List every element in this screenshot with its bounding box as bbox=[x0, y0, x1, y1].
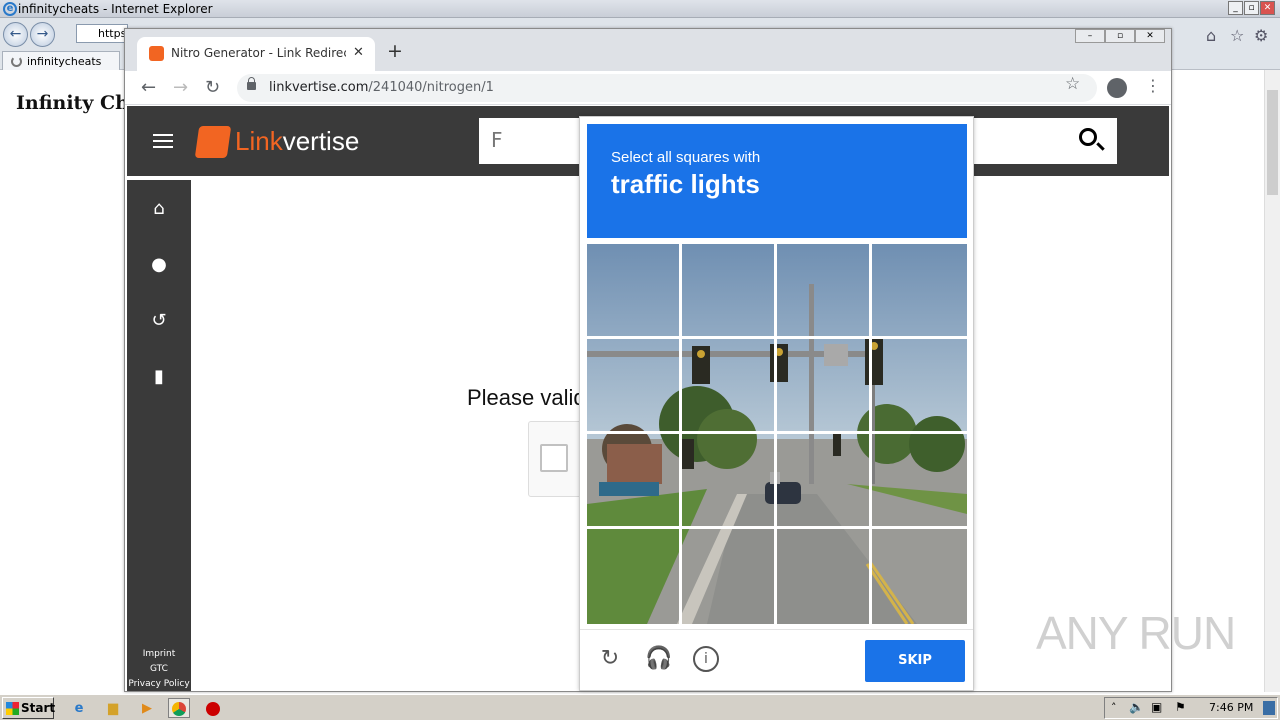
ie-logo-icon: e bbox=[3, 2, 17, 16]
ie-forward-button[interactable]: → bbox=[30, 22, 55, 47]
url-host: linkvertise.com bbox=[269, 80, 369, 95]
tray-expand-icon[interactable]: ˄ bbox=[1111, 701, 1117, 714]
ie-scrollbar-thumb[interactable] bbox=[1267, 90, 1278, 195]
grid-divider bbox=[587, 526, 967, 529]
captcha-instruction: Select all squares with bbox=[611, 149, 761, 166]
history-icon[interactable]: ↺ bbox=[149, 310, 169, 331]
footer-link-privacy[interactable]: Privacy Policy bbox=[127, 679, 191, 689]
start-button[interactable]: Start bbox=[2, 697, 56, 719]
lock-icon bbox=[247, 77, 256, 90]
ie-gear-icon[interactable]: ⚙ bbox=[1254, 26, 1268, 45]
network-icon[interactable]: ▣ bbox=[1151, 700, 1162, 714]
ie-tab-label: infinitycheats bbox=[27, 55, 102, 68]
bookmark-star-icon[interactable]: ☆ bbox=[1065, 74, 1080, 94]
chrome-restore-button[interactable]: ▫ bbox=[1105, 29, 1135, 43]
windows-logo-icon bbox=[6, 702, 19, 715]
grid-divider bbox=[869, 244, 872, 624]
ie-taskbar-icon[interactable]: e bbox=[68, 698, 90, 718]
explorer-folder-icon[interactable]: ▆ bbox=[102, 698, 124, 718]
ie-window-title: infinitycheats - Internet Explorer bbox=[18, 2, 213, 16]
footer-link-imprint[interactable]: Imprint bbox=[127, 649, 191, 659]
grid-divider bbox=[587, 431, 967, 434]
chrome-forward-icon[interactable]: → bbox=[173, 77, 188, 98]
ie-minimize-button[interactable]: _ bbox=[1228, 1, 1243, 15]
ie-home-icon[interactable]: ⌂ bbox=[1206, 26, 1216, 45]
captcha-checkbox[interactable] bbox=[540, 444, 568, 472]
audio-challenge-headphones-icon[interactable]: 🎧 bbox=[645, 646, 672, 672]
reload-challenge-icon[interactable]: ↻ bbox=[597, 646, 623, 672]
start-label: Start bbox=[21, 701, 56, 715]
windows-taskbar: Start e ▆ ▶ ˄ 🔈 ▣ ⚑ 7:46 PM bbox=[0, 694, 1280, 720]
info-icon[interactable]: i bbox=[693, 646, 719, 672]
home-icon[interactable]: ⌂ bbox=[149, 198, 169, 219]
linkvertise-logo-icon[interactable] bbox=[194, 126, 232, 158]
captcha-target: traffic lights bbox=[611, 169, 760, 199]
chrome-tab-title: Nitro Generator - Link Redirect | Linkve… bbox=[171, 46, 346, 60]
chrome-tab-bar: Nitro Generator - Link Redirect | Linkve… bbox=[125, 29, 1171, 71]
captcha-challenge: Select all squares with traffic lights ↻… bbox=[579, 116, 974, 691]
chrome-back-icon[interactable]: ← bbox=[141, 77, 156, 98]
red-stop-app-icon[interactable] bbox=[202, 698, 224, 718]
logo-link-text: Link bbox=[235, 126, 283, 156]
skip-button[interactable]: SKIP bbox=[865, 640, 965, 682]
chrome-toolbar: ← → ↻ linkvertise.com/241040/nitrogen/1 … bbox=[125, 71, 1171, 105]
ie-maximize-button[interactable]: ▫ bbox=[1244, 1, 1259, 15]
ie-close-button[interactable]: ✕ bbox=[1260, 1, 1275, 15]
linkvertise-favicon-icon bbox=[149, 46, 164, 61]
account-avatar-icon[interactable] bbox=[1107, 78, 1127, 98]
captcha-image-grid[interactable] bbox=[587, 244, 967, 624]
new-tab-button[interactable]: + bbox=[387, 40, 403, 62]
linkvertise-sidebar: ⌂ ● ↺ ▮ Imprint GTC Privacy Policy bbox=[127, 180, 191, 691]
volume-icon[interactable]: 🔈 bbox=[1129, 700, 1144, 714]
grid-divider bbox=[587, 336, 967, 339]
logo-vertise-text: vertise bbox=[282, 126, 360, 156]
bookmark-icon[interactable]: ▮ bbox=[149, 366, 169, 387]
ie-favorites-icon[interactable]: ☆ bbox=[1230, 26, 1244, 45]
loading-spinner-icon bbox=[11, 56, 22, 67]
hamburger-menu-icon[interactable] bbox=[153, 134, 173, 149]
omnibox-url[interactable]: linkvertise.com/241040/nitrogen/1 bbox=[269, 80, 494, 95]
captcha-header: Select all squares with traffic lights bbox=[587, 124, 967, 238]
chrome-close-button[interactable]: ✕ bbox=[1135, 29, 1165, 43]
chrome-reload-icon[interactable]: ↻ bbox=[205, 77, 220, 98]
grid-divider bbox=[774, 244, 777, 624]
url-path: /241040/nitrogen/1 bbox=[368, 80, 494, 95]
omnibox[interactable]: linkvertise.com/241040/nitrogen/1 bbox=[237, 74, 1097, 102]
street-scene-image bbox=[587, 244, 967, 624]
ie-back-button[interactable]: ← bbox=[3, 22, 28, 47]
chrome-menu-icon[interactable]: ⋮ bbox=[1145, 76, 1161, 95]
search-icon[interactable] bbox=[1079, 128, 1097, 146]
ie-scrollbar[interactable] bbox=[1264, 70, 1280, 692]
chrome-tab-close-icon[interactable]: ✕ bbox=[353, 45, 364, 60]
chrome-taskbar-icon[interactable] bbox=[168, 698, 190, 718]
ie-tab[interactable]: infinitycheats bbox=[2, 51, 120, 70]
chrome-tab[interactable]: Nitro Generator - Link Redirect | Linkve… bbox=[137, 37, 375, 71]
chrome-minimize-button[interactable]: – bbox=[1075, 29, 1105, 43]
user-icon[interactable]: ● bbox=[149, 254, 169, 275]
taskbar-clock[interactable]: 7:46 PM bbox=[1209, 701, 1253, 714]
ie-title-bar: e infinitycheats - Internet Explorer _ ▫… bbox=[0, 0, 1280, 18]
anyrun-watermark: ANY RUN bbox=[1036, 607, 1236, 659]
show-desktop-icon[interactable] bbox=[1263, 701, 1275, 715]
system-tray: ˄ 🔈 ▣ ⚑ 7:46 PM bbox=[1104, 697, 1278, 719]
media-player-icon[interactable]: ▶ bbox=[136, 698, 158, 718]
grid-divider bbox=[679, 244, 682, 624]
footer-link-gtc[interactable]: GTC bbox=[127, 664, 191, 674]
search-value: F bbox=[491, 128, 503, 152]
captcha-footer: ↻ 🎧 i SKIP bbox=[580, 629, 973, 690]
linkvertise-logo[interactable]: Linkvertise bbox=[235, 126, 359, 157]
action-center-flag-icon[interactable]: ⚑ bbox=[1175, 700, 1186, 714]
ie-address-bar[interactable]: https: bbox=[76, 24, 130, 43]
